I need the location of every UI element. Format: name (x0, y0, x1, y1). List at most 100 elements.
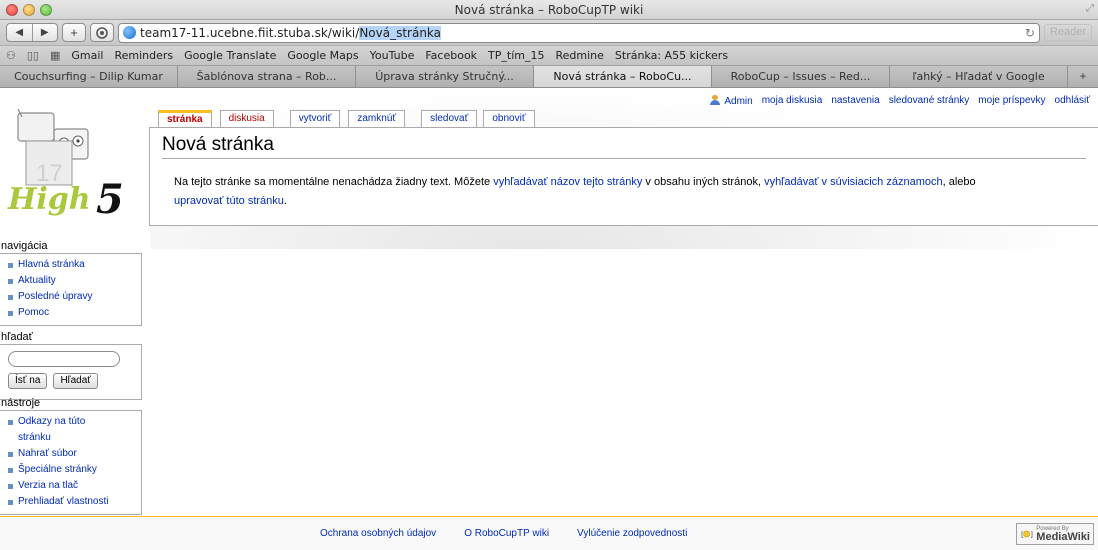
window-controls (6, 4, 52, 16)
tools-heading: nástroje (1, 397, 41, 409)
search-title-link[interactable]: vyhľadávať názov tejto stránky (493, 176, 642, 188)
privacy-link[interactable]: Ochrana osobných údajov (320, 528, 436, 539)
browser-toolbar: ◀ ▶ + team17-11.ucebne.fiit.stuba.sk/wik… (0, 20, 1098, 46)
wiki-page: 17 High 5 Admin moja diskusia nastavenia… (0, 89, 1098, 550)
tools-body: Odkazy na túto stránku Nahrať súbor Špec… (0, 410, 142, 515)
footer-links: Ochrana osobných údajov O RoboCupTP wiki… (320, 528, 687, 539)
tool-link[interactable]: Odkazy na túto stránku (18, 416, 85, 443)
page-actions: stránka diskusia vytvoriť zamknúť sledov… (158, 110, 535, 128)
powered-big: MediaWiki (1036, 530, 1090, 543)
bookmark-redmine[interactable]: Redmine (555, 49, 603, 62)
logout-link[interactable]: odhlásiť (1055, 95, 1090, 107)
nav-link[interactable]: Posledné úpravy (18, 291, 93, 302)
fullscreen-icon[interactable]: ⤢ (1086, 3, 1094, 14)
tab-discussion[interactable]: diskusia (219, 110, 274, 128)
preferences-link[interactable]: nastavenia (831, 95, 879, 107)
logo-word: High (7, 182, 91, 217)
bookmark-reminders[interactable]: Reminders (114, 49, 173, 62)
personal-tools: Admin moja diskusia nastavenia sledované… (709, 95, 1090, 107)
search-input[interactable] (8, 351, 120, 367)
browser-tab[interactable]: Úprava stránky Stručný... (356, 66, 534, 87)
tool-link[interactable]: Verzia na tlač (18, 480, 78, 491)
bookmark-gmail[interactable]: Gmail (71, 49, 103, 62)
body-text: Na tejto stránke sa momentálne nenachádz… (174, 176, 494, 188)
globe-icon (123, 26, 136, 39)
body-text: . (283, 195, 287, 207)
bookmark-google-translate[interactable]: Google Translate (184, 49, 276, 62)
address-bar[interactable]: team17-11.ucebne.fiit.stuba.sk/wiki/Nová… (118, 22, 1040, 43)
tool-item-browse-properties: Prehliadať vlastnosti (6, 494, 137, 510)
browser-tab-active[interactable]: Nová stránka – RoboCu... (534, 66, 712, 87)
edit-page-link[interactable]: upravovať túto stránku (174, 195, 284, 207)
bookmark-a55-kickers[interactable]: Stránka: A55 kickers (615, 49, 728, 62)
add-bookmark-button[interactable]: + (62, 23, 86, 42)
extensions-button[interactable] (90, 23, 114, 42)
nav-link[interactable]: Pomoc (18, 307, 49, 318)
window-title: Nová stránka – RoboCupTP wiki (454, 3, 644, 17)
powered-by-text: Powered By MediaWiki (1036, 526, 1090, 543)
search-logs-link[interactable]: vyhľadávať v súvisiacich záznamoch (764, 176, 943, 188)
bookmarks-book-icon[interactable]: ▯▯ (27, 49, 39, 62)
about-link[interactable]: O RoboCupTP wiki (464, 528, 549, 539)
navigation-portlet: navigácia Hlavná stránka Aktuality Posle… (0, 240, 142, 326)
search-button[interactable]: Hľadať (53, 373, 99, 389)
go-button[interactable]: Ísť na (8, 373, 48, 389)
bookmark-facebook[interactable]: Facebook (425, 49, 477, 62)
nav-link[interactable]: Aktuality (18, 275, 56, 286)
url-text[interactable]: team17-11.ucebne.fiit.stuba.sk/wiki/Nová… (140, 25, 442, 40)
browser-tab[interactable]: Couchsurfing – Dilip Kumar (0, 66, 178, 87)
user-icon (709, 95, 721, 105)
tab-protect[interactable]: zamknúť (348, 110, 406, 128)
disclaimer-link[interactable]: Vylúčenie zodpovednosti (577, 528, 687, 539)
search-portlet: hľadať Ísť na Hľadať (0, 331, 142, 400)
browser-tab[interactable]: Šablónova strana – Rob... (178, 66, 356, 87)
tab-watch[interactable]: sledovať (421, 110, 478, 128)
bookmarks-bar: ⚇ ▯▯ ▦ Gmail Reminders Google Translate … (0, 46, 1098, 66)
site-logo[interactable]: 17 High 5 (4, 109, 142, 217)
new-tab-button[interactable]: + (1068, 66, 1098, 87)
back-button[interactable]: ◀ (7, 24, 32, 41)
url-selected: Nová_stránka (359, 25, 442, 40)
page-title: Nová stránka (162, 134, 1086, 159)
tools-portlet: nástroje Odkazy na túto stránku Nahrať s… (0, 397, 142, 515)
tab-article[interactable]: stránka (158, 110, 212, 128)
bookmark-youtube[interactable]: YouTube (370, 49, 415, 62)
tool-link[interactable]: Nahrať súbor (18, 448, 77, 459)
search-body: Ísť na Hľadať (0, 344, 142, 400)
top-sites-grid-icon[interactable]: ▦ (50, 49, 60, 62)
tool-link[interactable]: Špeciálne stránky (18, 464, 97, 475)
my-talk-link[interactable]: moja diskusia (762, 95, 823, 107)
reload-icon[interactable]: ↻ (1025, 26, 1035, 40)
no-article-text: Na tejto stránke sa momentálne nenachádz… (162, 173, 1086, 211)
search-heading: hľadať (1, 331, 33, 343)
browser-tab[interactable]: RoboCup – Issues – Red... (712, 66, 890, 87)
logo-digit: 5 (96, 176, 124, 217)
tab-purge[interactable]: obnoviť (483, 110, 535, 128)
bookmark-tp-tim-15[interactable]: TP_tím_15 (488, 49, 544, 62)
watchlist-link[interactable]: sledované stránky (889, 95, 970, 107)
powered-by-mediawiki-badge[interactable]: [ ] Powered By MediaWiki (1016, 523, 1094, 545)
hand-icon (96, 26, 108, 39)
close-window-button[interactable] (6, 4, 18, 16)
navigation-heading: navigácia (1, 240, 48, 252)
body-text: , alebo (942, 176, 976, 188)
tool-item-upload: Nahrať súbor (6, 446, 137, 462)
tool-item-print: Verzia na tlač (6, 478, 137, 494)
reader-button[interactable]: Reader (1043, 24, 1092, 41)
reading-list-icon[interactable]: ⚇ (6, 49, 16, 62)
zoom-window-button[interactable] (40, 4, 52, 16)
nav-item-help: Pomoc (6, 305, 137, 321)
user-page-link[interactable]: Admin (709, 95, 753, 107)
tool-link[interactable]: Prehliadať vlastnosti (18, 496, 108, 507)
footer: Ochrana osobných údajov O RoboCupTP wiki… (0, 516, 1098, 550)
browser-tab[interactable]: ľahký – Hľadať v Google (890, 66, 1068, 87)
tab-create[interactable]: vytvoriť (289, 110, 341, 128)
bookmark-google-maps[interactable]: Google Maps (287, 49, 358, 62)
my-contributions-link[interactable]: moje príspevky (978, 95, 1045, 107)
nav-link[interactable]: Hlavná stránka (18, 259, 85, 270)
user-name: Admin (724, 96, 753, 107)
minimize-window-button[interactable] (23, 4, 35, 16)
mediawiki-icon: [ ] (1020, 530, 1033, 539)
forward-button[interactable]: ▶ (31, 24, 58, 41)
url-prefix: team17-11.ucebne.fiit.stuba.sk/wiki/ (140, 25, 360, 40)
